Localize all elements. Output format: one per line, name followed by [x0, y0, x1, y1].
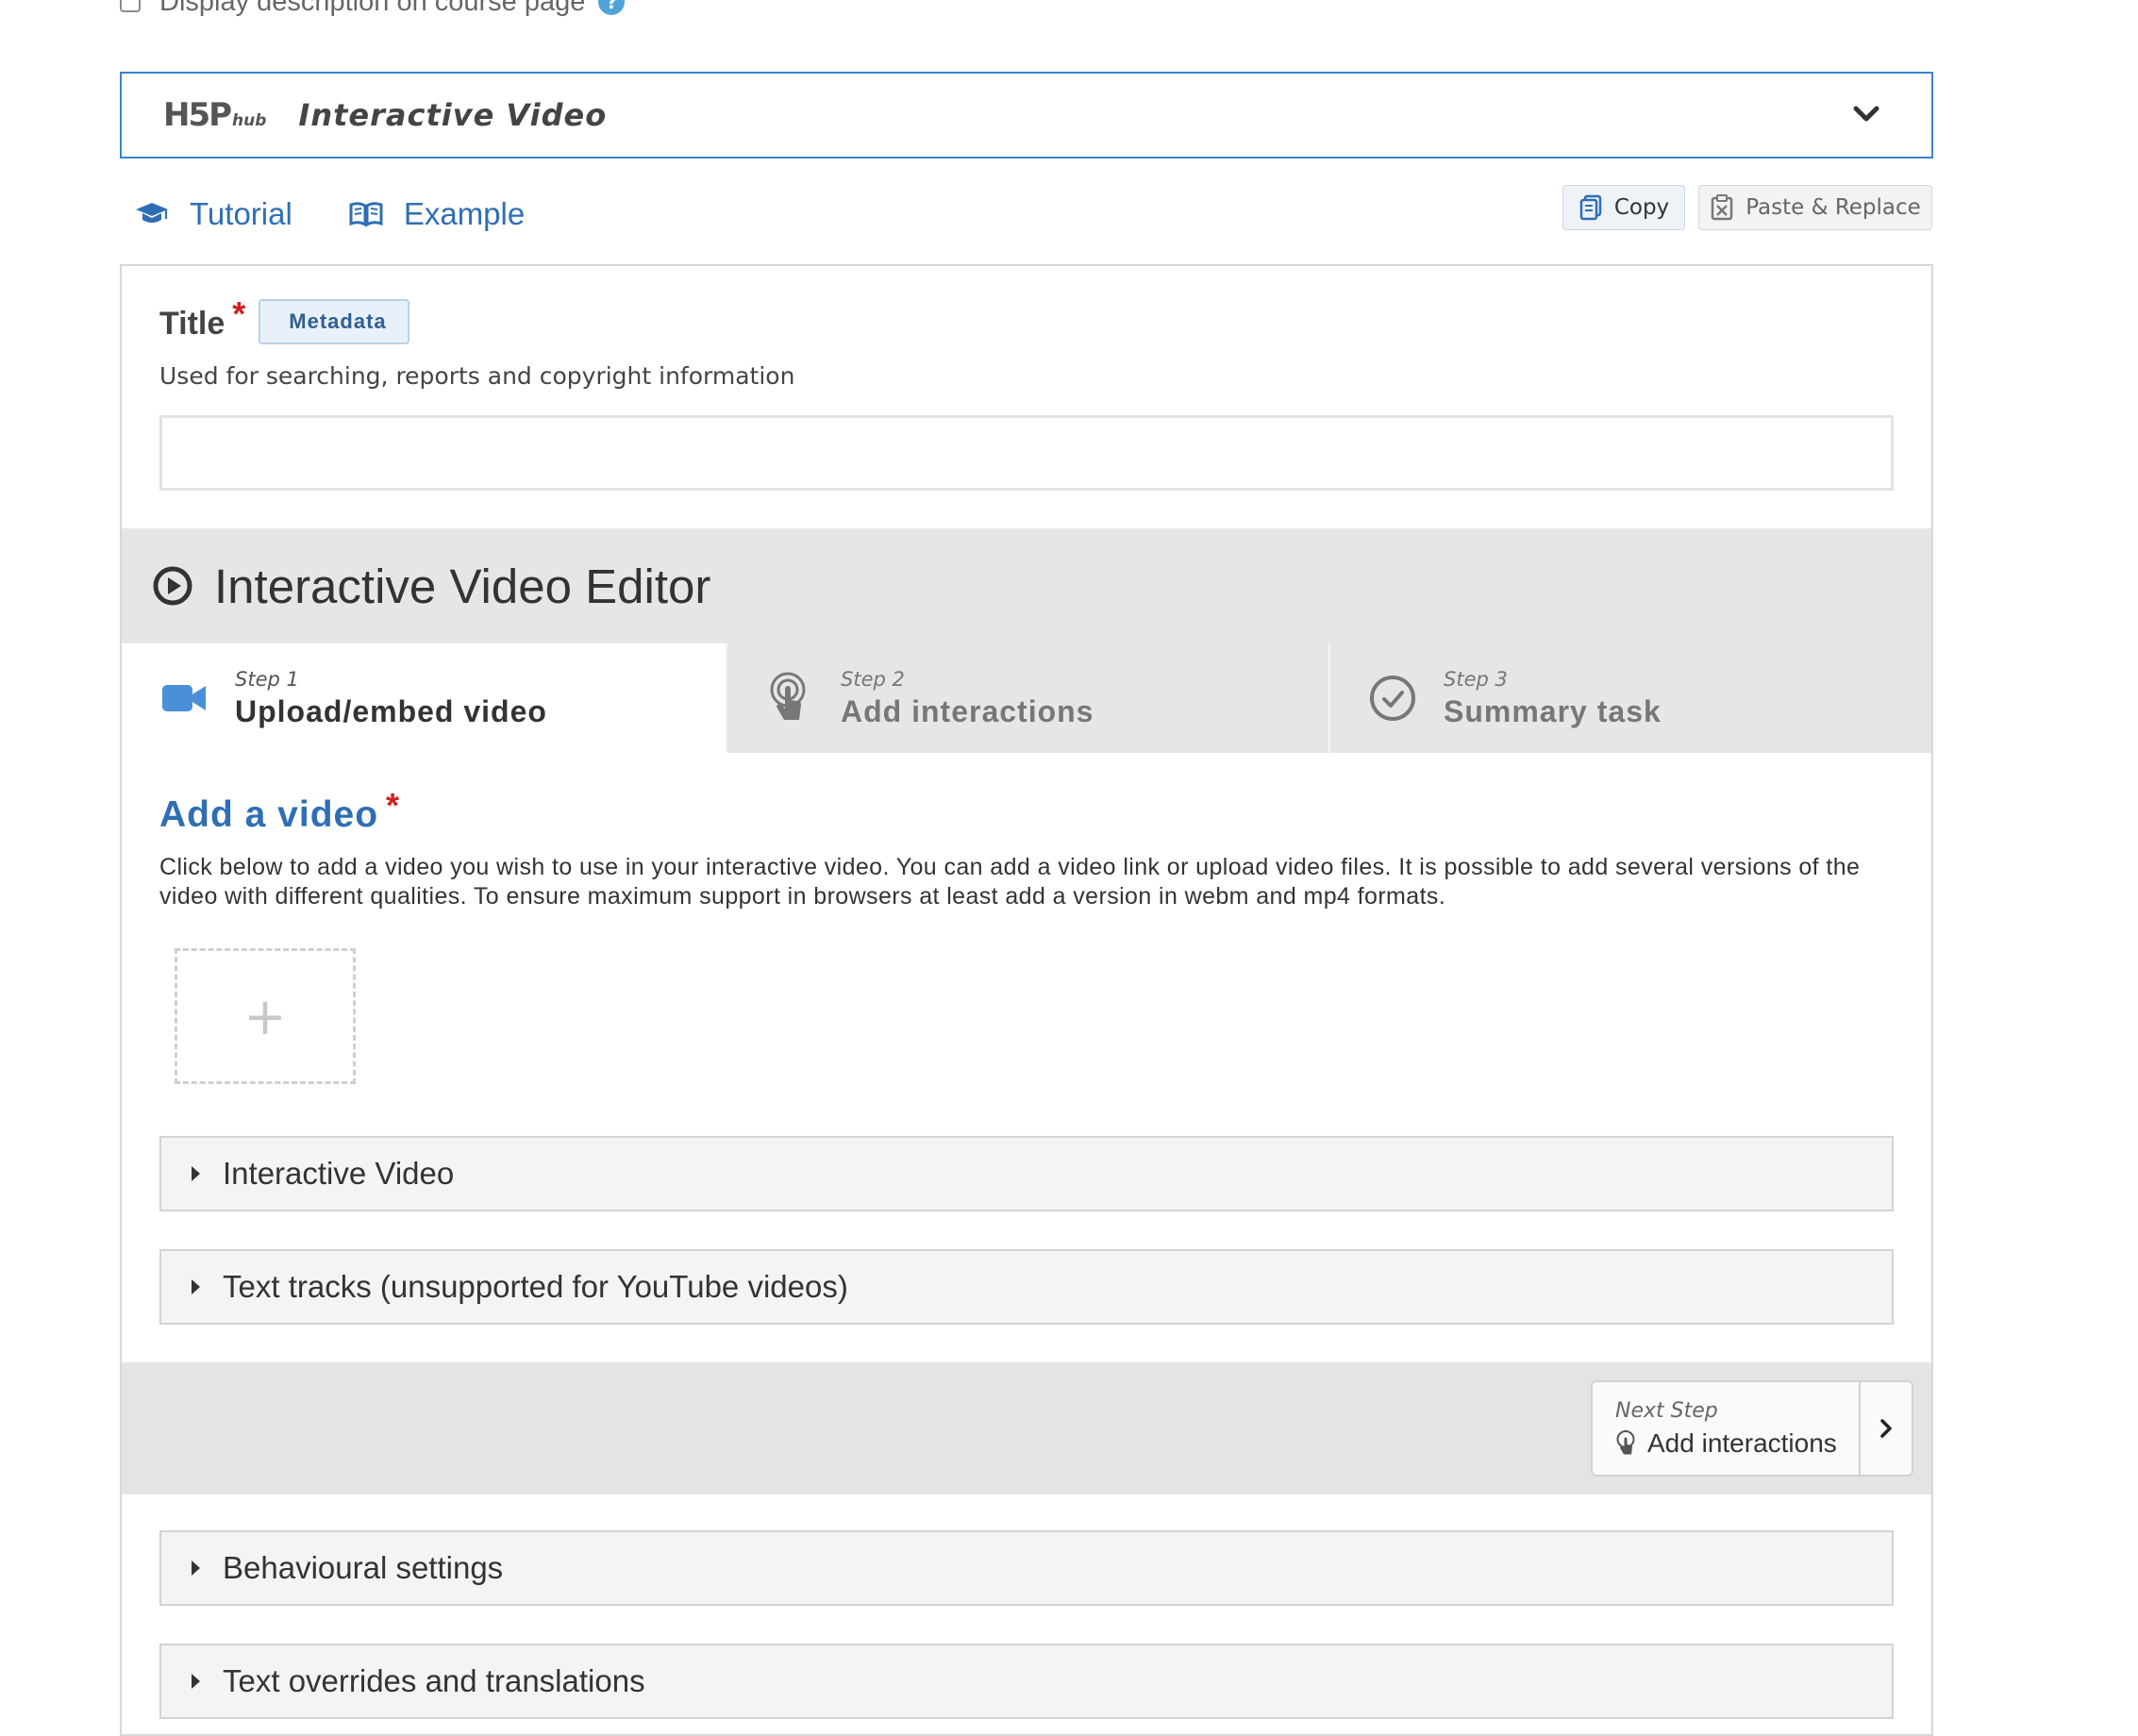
section-label: Text tracks (unsupported for YouTube vid…	[223, 1269, 848, 1304]
display-description-option: Display description on course page ?	[120, 0, 626, 21]
title-field-label: Title * Metadata	[159, 294, 409, 347]
step-number: Step 2	[841, 667, 905, 691]
check-circle-icon	[1370, 676, 1415, 721]
title-input[interactable]	[159, 415, 1894, 491]
play-circle-icon	[153, 566, 192, 606]
touch-pointer-icon	[1616, 1429, 1635, 1454]
next-step-button[interactable]: Next Step Add interactions	[1591, 1380, 1913, 1477]
step-number: Step 3	[1444, 667, 1508, 691]
h5p-hub-logo: H5P hub	[163, 96, 267, 134]
step-upload-video[interactable]: Step 1 Upload/embed video	[122, 643, 726, 753]
tutorial-link[interactable]: Tutorial	[135, 196, 292, 232]
example-link[interactable]: Example	[349, 196, 525, 232]
help-links: Tutorial Example	[135, 189, 581, 240]
tutorial-label: Tutorial	[190, 196, 292, 231]
section-interactive-video[interactable]: Interactive Video	[159, 1136, 1894, 1211]
section-text-tracks[interactable]: Text tracks (unsupported for YouTube vid…	[159, 1249, 1894, 1325]
interactive-video-editor-header: Interactive Video Editor	[122, 528, 1931, 643]
step-add-interactions[interactable]: Step 2 Add interactions	[726, 643, 1328, 753]
section-label: Text overrides and translations	[223, 1663, 645, 1698]
display-description-checkbox[interactable]	[120, 0, 141, 12]
video-camera-icon	[162, 685, 206, 711]
add-video-description: Click below to add a video you wish to u…	[159, 854, 1861, 910]
add-video-heading: Add a video *	[159, 786, 401, 835]
step-label: Upload/embed video	[235, 693, 547, 728]
next-step-caption: Next Step	[1615, 1398, 1718, 1423]
example-label: Example	[403, 196, 526, 231]
section-text-overrides[interactable]: Text overrides and translations	[159, 1644, 1894, 1719]
expand-arrow-icon	[192, 1561, 200, 1576]
paste-replace-button[interactable]: Paste & Replace	[1698, 185, 1932, 230]
editor-title: Interactive Video Editor	[214, 559, 711, 613]
step-label: Summary task	[1444, 693, 1662, 728]
copy-button[interactable]: Copy	[1562, 185, 1685, 230]
section-behavioural-settings[interactable]: Behavioural settings	[159, 1530, 1894, 1606]
section-label: Interactive Video	[223, 1156, 455, 1191]
add-video-file-button[interactable]: +	[175, 948, 356, 1084]
touch-pointer-icon	[770, 672, 806, 720]
metadata-button[interactable]: Metadata	[259, 299, 409, 344]
paste-icon	[1711, 194, 1733, 221]
paste-replace-label: Paste & Replace	[1745, 195, 1921, 220]
title-field-description: Used for searching, reports and copyrigh…	[159, 362, 795, 390]
hub-selected-content-type: Interactive Video	[298, 97, 608, 133]
next-step-label: Add interactions	[1647, 1427, 1837, 1458]
step-number: Step 1	[235, 667, 299, 691]
chevron-down-icon[interactable]	[1850, 98, 1882, 130]
step-label: Add interactions	[841, 693, 1094, 728]
graduation-cap-icon	[136, 203, 168, 223]
expand-arrow-icon	[192, 1674, 200, 1689]
section-label: Behavioural settings	[223, 1550, 504, 1585]
open-book-icon	[349, 202, 383, 227]
step-summary-task[interactable]: Step 3 Summary task	[1328, 643, 1931, 753]
help-icon[interactable]: ?	[598, 0, 626, 15]
display-description-label: Display description on course page	[159, 0, 586, 17]
hub-content-type-selector[interactable]: H5P hub Interactive Video	[120, 72, 1933, 159]
required-marker: *	[232, 294, 246, 333]
chevron-right-icon	[1880, 1419, 1892, 1438]
expand-arrow-icon	[192, 1279, 200, 1294]
expand-arrow-icon	[192, 1166, 200, 1181]
required-marker: *	[386, 786, 401, 825]
copy-icon	[1579, 194, 1602, 221]
editor-steps: Step 1 Upload/embed video Step 2 Add int…	[122, 643, 1931, 753]
copy-label: Copy	[1613, 195, 1670, 220]
